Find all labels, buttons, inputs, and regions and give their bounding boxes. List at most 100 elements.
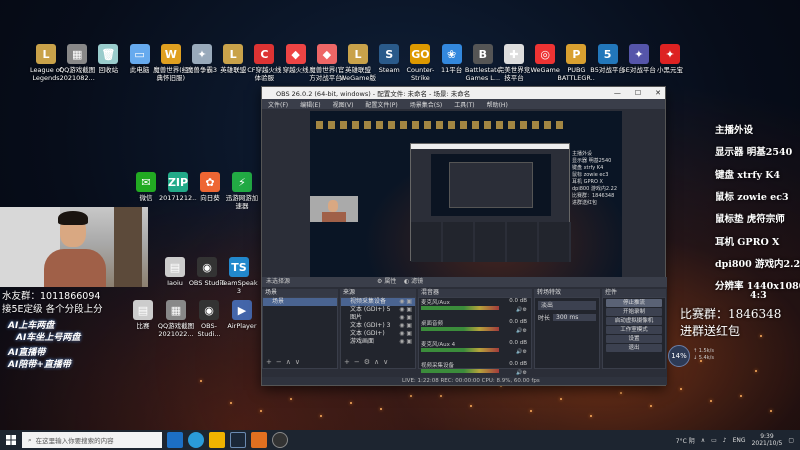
- transition-select[interactable]: 淡出: [538, 301, 596, 310]
- control-button[interactable]: 开始录制: [606, 308, 662, 316]
- app-icon: ◉: [199, 300, 219, 320]
- task-view-icon[interactable]: [167, 432, 183, 448]
- mixer-channel-level: 0.0 dB: [509, 361, 527, 367]
- visibility-lock-icon[interactable]: ◉ ▣: [399, 330, 412, 338]
- obs-titlebar[interactable]: OBS 26.0.2 (64-bit, windows) - 配置文件: 未命名…: [262, 87, 665, 99]
- app-icon: ⚡: [232, 172, 252, 192]
- control-button[interactable]: 工作室模式: [606, 326, 662, 334]
- sources-dock-header: 来源: [340, 289, 416, 297]
- control-button[interactable]: 停止推流: [606, 299, 662, 307]
- start-button[interactable]: [0, 430, 22, 450]
- app-icon: ▭: [129, 44, 150, 64]
- app-taskbar-icon[interactable]: [251, 432, 267, 448]
- rank-service-text: 接5E定级 各个分段上分: [2, 304, 103, 315]
- desktop-icon[interactable]: ⚡ 迅游网游加速器: [223, 172, 261, 210]
- edge-icon[interactable]: [188, 432, 204, 448]
- filters-button[interactable]: 滤镜: [411, 278, 423, 285]
- taskbar-search[interactable]: ⌕ 在这里输入你要搜索的内容: [22, 432, 162, 448]
- service-line-2: AI车坐上号两盘: [16, 333, 81, 343]
- volume-meter[interactable]: [421, 327, 499, 331]
- preview-icon-row: [316, 121, 566, 129]
- control-button[interactable]: 退出: [606, 344, 662, 352]
- gear-dpi: dpi800 游戏内2.22: [715, 259, 800, 270]
- transitions-dock: 淡出 时长 300 ms: [534, 297, 600, 369]
- gear-keyboard: 键盘 xtrfy K4: [715, 170, 781, 181]
- obs-menu-item[interactable]: 配置文件(P): [365, 100, 397, 109]
- speaker-icon[interactable]: 🔊⚙: [516, 307, 527, 313]
- source-name: 文本 (GDI+) 5: [350, 306, 391, 313]
- source-item[interactable]: 文本 (GDI+) ◉ ▣: [341, 330, 415, 338]
- obs-preview[interactable]: 主播外设 显示器 明基2540 键盘 xtrfy K4 鼠标 zowie ec3…: [310, 111, 622, 277]
- clock[interactable]: 9:39 2021/10/5: [752, 433, 783, 447]
- volume-icon[interactable]: ♪: [723, 437, 727, 444]
- source-item[interactable]: 图片 ◉ ▣: [341, 314, 415, 322]
- filter-icon[interactable]: ◐: [404, 278, 409, 285]
- visibility-lock-icon[interactable]: ◉ ▣: [399, 322, 412, 330]
- windows-icon: [6, 435, 16, 445]
- volume-meter[interactable]: [421, 369, 499, 373]
- steam-taskbar-icon[interactable]: [230, 432, 246, 448]
- source-item[interactable]: 游戏画面 ◉ ▣: [341, 338, 415, 346]
- duration-input[interactable]: 300 ms: [553, 314, 596, 321]
- preview-obs-titlebar: [411, 144, 569, 149]
- volume-meter[interactable]: [421, 306, 499, 310]
- app-icon: ▤: [165, 257, 185, 277]
- obs-menu-item[interactable]: 文件(F): [268, 100, 288, 109]
- visibility-lock-icon[interactable]: ◉ ▣: [399, 298, 412, 306]
- desktop-icon[interactable]: ✦ 小黑元宝: [651, 44, 689, 82]
- mixer-channel-name: 麦克风/Aux: [421, 300, 450, 306]
- minimize-icon[interactable]: —: [614, 87, 621, 99]
- transitions-dock-header: 转场特效: [534, 289, 600, 297]
- preview-webcam: [310, 196, 358, 222]
- source-item[interactable]: 文本 (GDI+) 3 ◉ ▣: [341, 322, 415, 330]
- volume-meter[interactable]: [421, 348, 499, 352]
- gear-aspect-ratio: 4:3: [750, 290, 767, 301]
- speaker-icon[interactable]: 🔊⚙: [516, 328, 527, 334]
- mixer-channel-level: 0.0 dB: [509, 319, 527, 325]
- app-icon: 5: [597, 44, 618, 64]
- language-indicator[interactable]: ENG: [733, 437, 746, 444]
- control-button[interactable]: 启动虚拟摄像机: [606, 317, 662, 325]
- file-explorer-icon[interactable]: [209, 432, 225, 448]
- obs-menu-item[interactable]: 工具(T): [454, 100, 474, 109]
- gift-text: 进群送红包: [680, 324, 741, 338]
- source-controls[interactable]: +−⚙∧∨: [344, 358, 392, 366]
- preview-webcam-body: [322, 212, 346, 222]
- maximize-icon[interactable]: ☐: [635, 87, 641, 99]
- desktop-icon[interactable]: TS TeamSpeak 3: [220, 257, 258, 295]
- no-source-label: 未选择源: [266, 278, 291, 285]
- source-item[interactable]: 文本 (GDI+) 5 ◉ ▣: [341, 306, 415, 314]
- source-item[interactable]: 视频采集设备 ◉ ▣: [341, 298, 415, 306]
- notification-icon[interactable]: ▢: [788, 437, 794, 444]
- obs-menu-item[interactable]: 视图(V): [333, 100, 354, 109]
- sources-dock: 视频采集设备 ◉ ▣ 文本 (GDI+) 5 ◉ ▣ 图片 ◉ ▣ 文本 (GDI+) 3 ◉…: [340, 297, 416, 369]
- obs-menu-item[interactable]: 编辑(E): [300, 100, 320, 109]
- app-icon: L: [223, 44, 244, 64]
- system-tray: 7°C 阴 ∧ ▭ ♪ ENG 9:39 2021/10/5 ▢: [676, 430, 800, 450]
- speaker-icon[interactable]: 🔊⚙: [516, 370, 527, 376]
- app-icon: ▶: [232, 300, 252, 320]
- visibility-lock-icon[interactable]: ◉ ▣: [399, 314, 412, 322]
- gear-headset: 耳机 GPRO X: [715, 237, 780, 248]
- visibility-lock-icon[interactable]: ◉ ▣: [399, 338, 412, 346]
- visibility-lock-icon[interactable]: ◉ ▣: [399, 306, 412, 314]
- properties-button[interactable]: 属性: [384, 278, 396, 285]
- scene-item[interactable]: 场景: [263, 298, 337, 306]
- app-icon: L: [348, 44, 368, 64]
- source-name: 游戏画面: [350, 338, 375, 345]
- source-name: 视频采集设备: [350, 298, 387, 305]
- gear-icon[interactable]: ⚙: [377, 278, 382, 285]
- obs-menu-item[interactable]: 场景集合(S): [410, 100, 443, 109]
- obs-menu-item[interactable]: 帮助(H): [487, 100, 508, 109]
- speaker-icon[interactable]: 🔊⚙: [516, 349, 527, 355]
- source-name: 文本 (GDI+) 3: [350, 322, 391, 329]
- close-icon[interactable]: ✕: [655, 87, 661, 99]
- tray-expand-icon[interactable]: ∧: [701, 437, 705, 444]
- control-button[interactable]: 设置: [606, 335, 662, 343]
- weather-text[interactable]: 7°C 阴: [676, 436, 695, 445]
- network-widget[interactable]: 14% ↑ 1.5k/s ↓ 5.4k/s: [668, 345, 714, 367]
- obs-taskbar-icon[interactable]: [272, 432, 288, 448]
- network-icon[interactable]: ▭: [711, 437, 717, 444]
- clock-date: 2021/10/5: [751, 440, 783, 447]
- scene-controls[interactable]: +−∧∨: [266, 358, 304, 366]
